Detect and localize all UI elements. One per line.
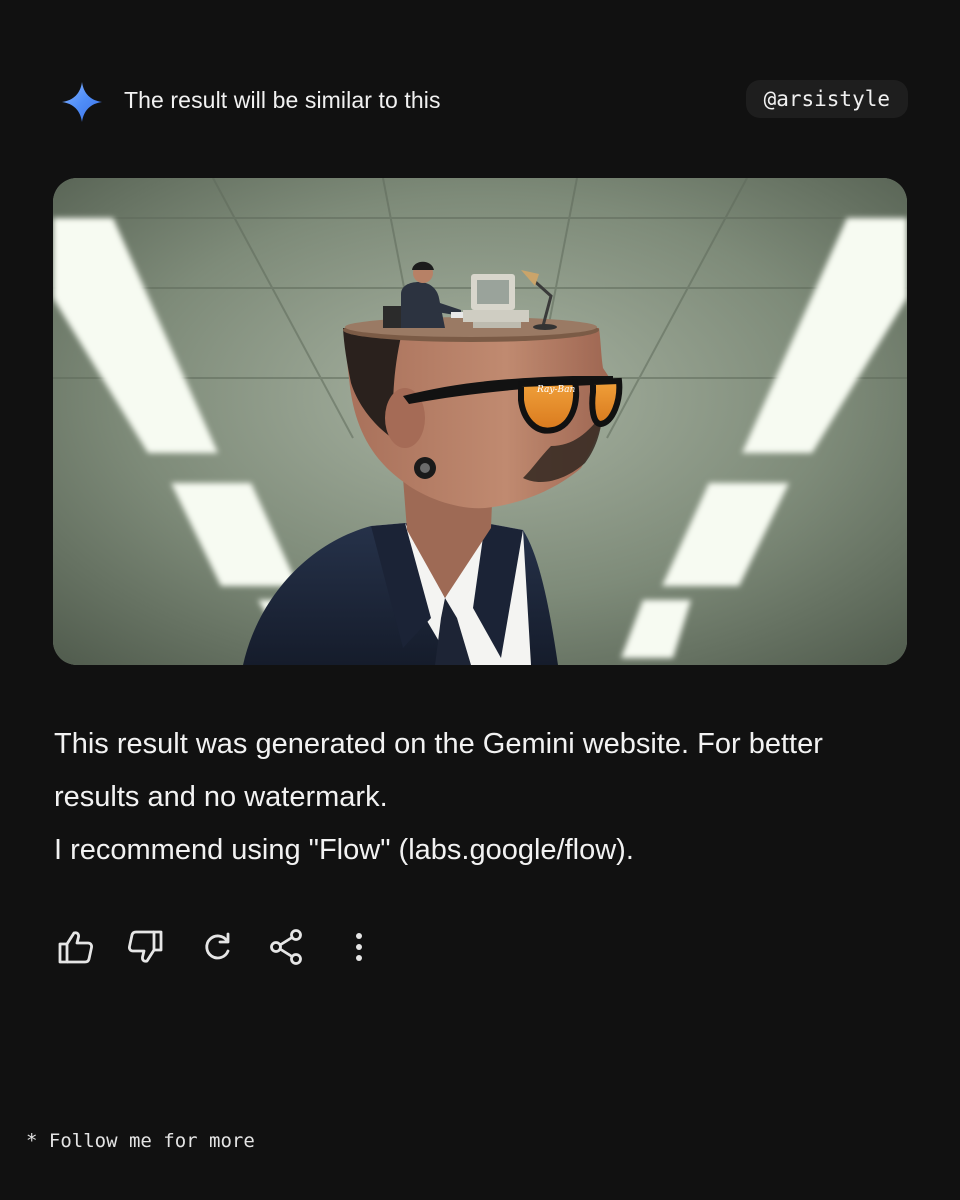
- share-button[interactable]: [265, 924, 309, 970]
- thumbs-down-icon: [128, 930, 163, 963]
- office-portrait-illustration: Ray-Ban: [53, 178, 907, 665]
- author-handle-chip[interactable]: @arsistyle: [745, 80, 908, 118]
- gemini-sparkle-icon: [62, 82, 102, 122]
- share-icon: [270, 929, 302, 965]
- thumbs-up-icon: [58, 931, 93, 964]
- dislike-button[interactable]: [124, 924, 168, 970]
- more-options-button[interactable]: [337, 924, 381, 970]
- follow-note: * Follow me for more: [26, 1130, 255, 1152]
- generated-image[interactable]: Ray-Ban: [53, 178, 907, 665]
- response-header: The result will be similar to this @arsi…: [58, 78, 908, 122]
- more-vertical-icon: [356, 933, 362, 961]
- regenerate-icon: [205, 932, 230, 960]
- like-button[interactable]: [53, 924, 97, 970]
- response-message: This result was generated on the Gemini …: [54, 718, 884, 877]
- message-line-2: I recommend using "Flow" (labs.google/fl…: [54, 834, 634, 866]
- response-title: The result will be similar to this: [124, 87, 441, 113]
- regenerate-button[interactable]: [195, 924, 239, 970]
- message-line-1: This result was generated on the Gemini …: [54, 728, 823, 813]
- frame-logo: Ray-Ban: [536, 385, 575, 395]
